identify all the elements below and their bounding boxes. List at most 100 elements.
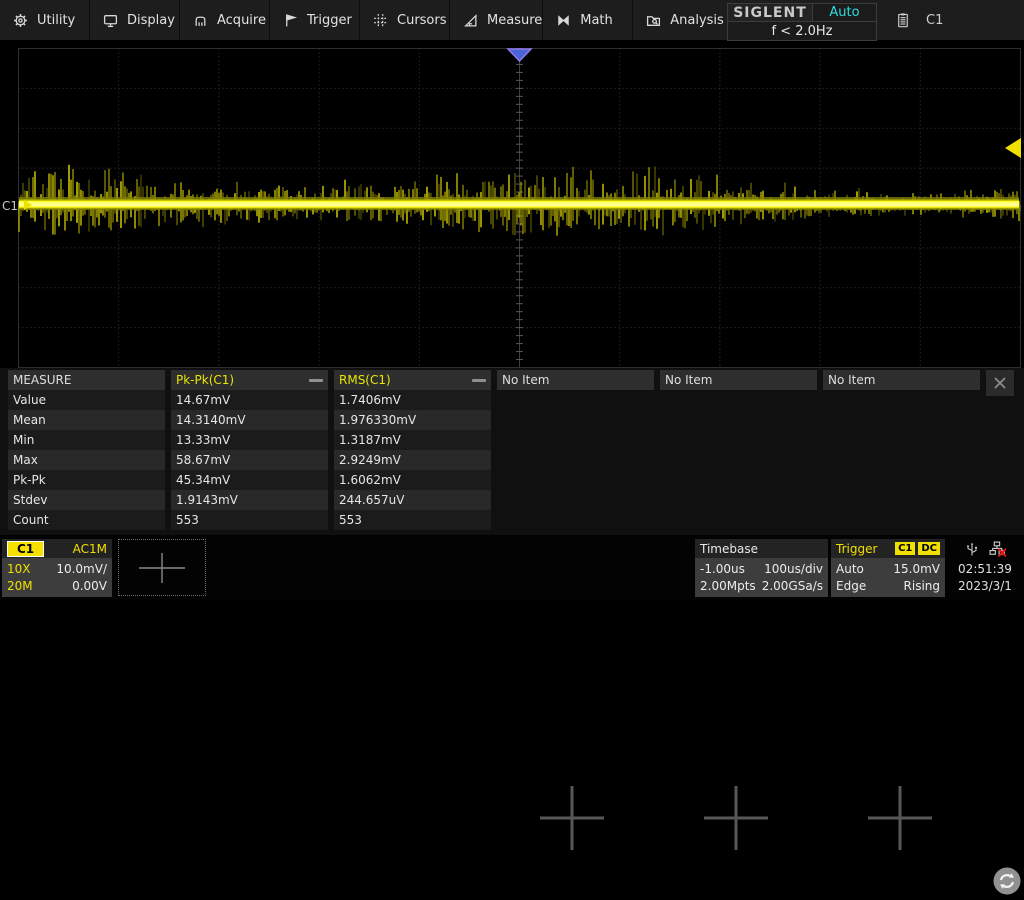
stat-label: Max (8, 450, 165, 470)
stat-value: 2.9249mV (334, 450, 491, 470)
plus-icon (537, 783, 607, 853)
trigger-source-badge: C1 (895, 542, 915, 555)
stat-value: 58.67mV (171, 450, 328, 470)
channel-coupling: AC1M (73, 542, 107, 556)
acquire-icon (193, 13, 208, 28)
folder-search-icon (646, 13, 661, 28)
menu-label: Measure (487, 13, 542, 28)
measure-column-empty-1[interactable]: No Item (497, 370, 654, 390)
table-row: Min 13.33mV 1.3187mV (8, 430, 986, 450)
table-row: Value 14.67mV 1.7406mV (8, 390, 986, 410)
trigger-level: 15.0mV (893, 562, 940, 576)
stat-value: 1.7406mV (334, 390, 491, 410)
table-row: Count 553 553 (8, 510, 986, 530)
trigger-delay: -1.00us (700, 562, 745, 576)
lan-disconnected-icon (989, 541, 1007, 558)
measure-panel: MEASURE Pk-Pk(C1) RMS(C1) No Item No Ite… (0, 368, 1024, 535)
trigger-title: Trigger (836, 542, 877, 556)
measure-column-pkpk[interactable]: Pk-Pk(C1) (171, 370, 328, 390)
stat-label: Count (8, 510, 165, 530)
sample-rate: 2.00GSa/s (762, 579, 823, 593)
top-menu-bar: Utility Display Acquire Trigger Cursors … (0, 0, 1024, 40)
timebase-title: Timebase (700, 542, 758, 556)
trigger-position-marker[interactable] (508, 49, 531, 61)
stat-value: 553 (334, 510, 491, 530)
menu-acquire[interactable]: Acquire (180, 0, 270, 40)
trigger-coupling-badge: DC (918, 542, 940, 555)
menu-cursors[interactable]: Cursors (360, 0, 450, 40)
time-per-div: 100us/div (764, 562, 823, 576)
plus-icon (137, 549, 187, 587)
probe-attenuation: 10X (7, 562, 31, 576)
bottom-status-bar: C1 AC1M 10X 10.0mV/ 20M 0.00V Timebase -1.… (0, 535, 1024, 600)
monitor-icon (103, 13, 118, 28)
active-channel-label: C1 (926, 13, 943, 28)
trigger-descriptor[interactable]: Trigger C1 DC Auto15.0mV EdgeRising (831, 539, 945, 597)
close-icon (992, 375, 1008, 391)
menu-display[interactable]: Display (90, 0, 180, 40)
table-row: Pk-Pk 45.34mV 1.6062mV (8, 470, 986, 490)
menu-label: Trigger (307, 13, 352, 28)
menu-label: Cursors (397, 13, 447, 28)
flag-icon (283, 13, 298, 28)
table-row: Mean 14.3140mV 1.976330mV (8, 410, 986, 430)
system-date: 2023/3/1 (946, 579, 1024, 593)
refresh-icon (992, 866, 1022, 896)
table-row: Stdev 1.9143mV 244.657uV (8, 490, 986, 510)
menu-measure[interactable]: Measure (450, 0, 543, 40)
usb-icon (964, 541, 980, 558)
gear-icon (13, 13, 28, 28)
channel-offset: 0.00V (72, 579, 107, 593)
measure-column-rms[interactable]: RMS(C1) (334, 370, 491, 390)
stat-value: 244.657uV (334, 490, 491, 510)
add-measurement-button[interactable] (537, 783, 607, 853)
menu-label: Display (127, 13, 175, 28)
volts-per-div: 10.0mV/ (56, 562, 107, 576)
stat-value: 14.67mV (171, 390, 328, 410)
stat-value: 45.34mV (171, 470, 328, 490)
menu-trigger[interactable]: Trigger (270, 0, 360, 40)
active-channel-menu[interactable]: C1 (886, 0, 1024, 40)
menu-label: Math (580, 13, 613, 28)
stat-value: 14.3140mV (171, 410, 328, 430)
system-time: 02:51:39 (946, 562, 1024, 576)
frequency-counter: f < 2.0Hz (727, 22, 877, 41)
remove-measurement-icon[interactable] (472, 379, 486, 382)
stat-label: Stdev (8, 490, 165, 510)
menu-label: Acquire (217, 13, 266, 28)
remove-measurement-icon[interactable] (309, 379, 323, 382)
channel-badge: C1 (7, 541, 44, 557)
menu-math[interactable]: Math (543, 0, 633, 40)
trigger-type: Edge (836, 579, 866, 593)
brand-status-block: SIGLENT Auto f < 2.0Hz (727, 3, 877, 39)
stat-value: 1.3187mV (334, 430, 491, 450)
measure-column-empty-2[interactable]: No Item (660, 370, 817, 390)
measure-title: MEASURE (8, 370, 165, 390)
timebase-descriptor[interactable]: Timebase -1.00us100us/div 2.00Mpts2.00GS… (695, 539, 828, 597)
add-measurement-button[interactable] (865, 783, 935, 853)
set-square-icon (463, 13, 478, 28)
menu-utility[interactable]: Utility (0, 0, 90, 40)
channel-1-descriptor[interactable]: C1 AC1M 10X 10.0mV/ 20M 0.00V (2, 539, 112, 597)
plus-icon (701, 783, 771, 853)
bandwidth-limit: 20M (7, 579, 33, 593)
siglent-logo: SIGLENT (727, 3, 813, 22)
math-bowtie-icon (556, 13, 571, 28)
stat-label: Value (8, 390, 165, 410)
table-row: Max 58.67mV 2.9249mV (8, 450, 986, 470)
reset-statistics-button[interactable] (992, 866, 1022, 896)
clipboard-icon (895, 11, 911, 30)
waveform-display[interactable]: C1 (0, 44, 1024, 368)
trigger-level-marker[interactable] (1005, 138, 1021, 158)
clock-block: 02:51:39 2023/3/1 (946, 537, 1024, 599)
close-measure-panel-button[interactable] (986, 370, 1014, 396)
stat-label: Mean (8, 410, 165, 430)
measure-column-empty-3[interactable]: No Item (823, 370, 980, 390)
stat-value: 13.33mV (171, 430, 328, 450)
menu-analysis[interactable]: Analysis (633, 0, 724, 40)
add-measurement-button[interactable] (701, 783, 771, 853)
measure-header-row: MEASURE Pk-Pk(C1) RMS(C1) No Item No Ite… (8, 370, 986, 390)
add-channel-button[interactable] (118, 539, 206, 596)
stat-label: Pk-Pk (8, 470, 165, 490)
stat-value: 553 (171, 510, 328, 530)
